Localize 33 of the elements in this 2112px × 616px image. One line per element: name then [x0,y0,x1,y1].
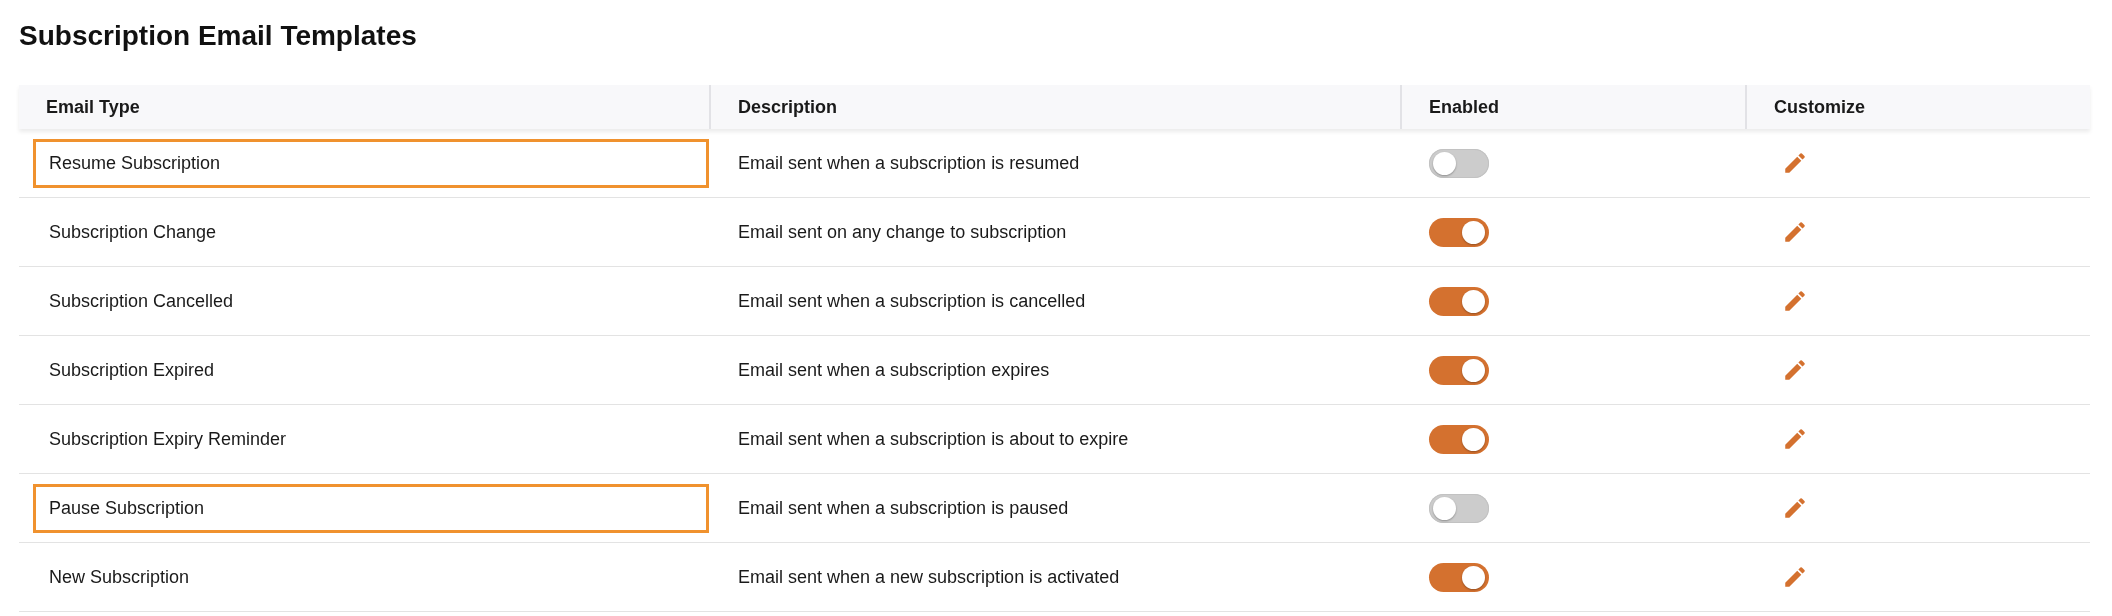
email-type: Pause Subscription [33,483,709,533]
column-header: Description [738,96,838,118]
email-type: Subscription Change [48,220,218,244]
description: Email sent when a subscription is paused [738,497,1069,519]
column-header: Customize [1774,96,1865,118]
toggle-switch[interactable] [1429,424,1489,454]
toggle-switch[interactable] [1429,493,1489,523]
email-type: Resume Subscription [33,138,709,188]
toggle-switch[interactable] [1429,148,1489,178]
email-type: Subscription Cancelled [48,289,235,313]
edit-icon[interactable] [1782,150,1808,176]
column-header: Enabled [1429,96,1499,118]
edit-icon[interactable] [1782,564,1808,590]
toggle-switch[interactable] [1429,355,1489,385]
description: Email sent when a subscription is cancelled [738,290,1086,312]
description: Email sent when a subscription expires [738,359,1050,381]
edit-icon[interactable] [1782,426,1808,452]
email-type: Subscription Expiry Reminder [48,427,288,451]
edit-icon[interactable] [1782,288,1808,314]
page-title: Subscription Email Templates [19,19,418,53]
email-type: Subscription Expired [48,358,216,382]
toggle-switch[interactable] [1429,217,1489,247]
column-header: Email Type [46,96,140,118]
email-type: New Subscription [48,565,191,589]
toggle-switch[interactable] [1429,562,1489,592]
description: Email sent when a subscription is about to expire [738,428,1129,450]
edit-icon[interactable] [1782,219,1808,245]
edit-icon[interactable] [1782,357,1808,383]
description: Email sent when a new subscription is activated [738,566,1120,588]
description: Email sent when a subscription is resumed [738,152,1080,174]
toggle-switch[interactable] [1429,286,1489,316]
description: Email sent on any change to subscription [738,221,1067,243]
edit-icon[interactable] [1782,495,1808,521]
